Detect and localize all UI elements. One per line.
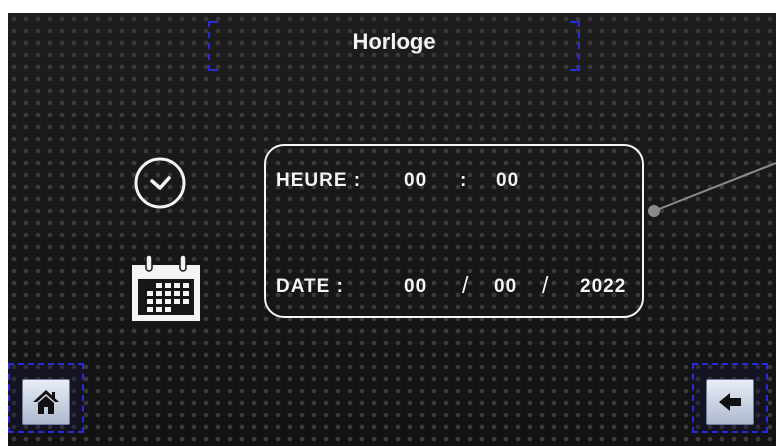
date-separator-2: /: [542, 272, 550, 298]
hours-field[interactable]: 00: [404, 170, 427, 192]
connector-dot: [648, 205, 660, 217]
date-label: DATE :: [276, 276, 344, 297]
back-button[interactable]: [692, 363, 768, 433]
screen-panel: Horloge HEURE: 00: 00 DATE: 00 / 00 /…: [8, 13, 776, 446]
back-arrow-icon: [719, 393, 741, 411]
page-title: Horloge: [352, 29, 436, 54]
minutes-field[interactable]: 00: [496, 170, 519, 192]
home-button[interactable]: [8, 363, 84, 433]
date-separator-1: /: [462, 272, 470, 298]
time-label: HEURE :: [276, 170, 362, 191]
time-separator: :: [460, 170, 468, 191]
datetime-settings-box: HEURE : 00 : 00 DATE : 00 / 00 / 2022: [264, 144, 644, 318]
home-icon: [33, 390, 59, 414]
day-field[interactable]: 00: [404, 276, 427, 298]
month-field[interactable]: 00: [494, 276, 517, 298]
back-button-face[interactable]: [706, 379, 754, 425]
home-button-face[interactable]: [22, 379, 70, 425]
year-field[interactable]: 2022: [580, 276, 626, 298]
calendar-icon: [132, 254, 200, 321]
clock-icon: [134, 157, 186, 209]
